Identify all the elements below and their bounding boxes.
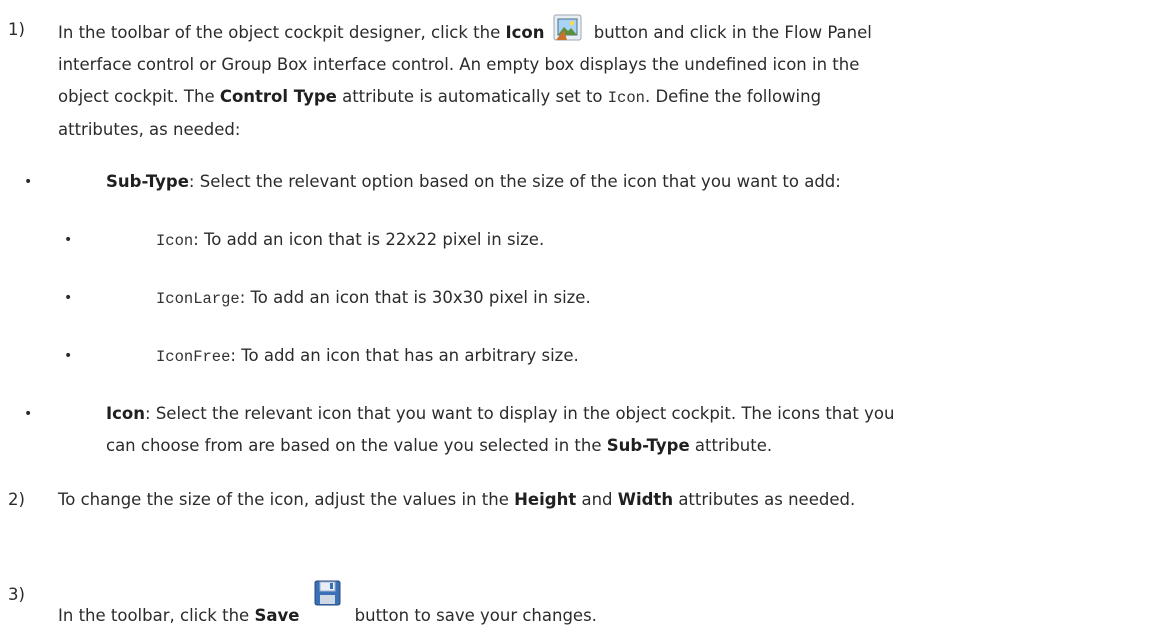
- bullet: •: [64, 348, 73, 364]
- step-1-line-4: attributes, as needed:: [58, 120, 241, 139]
- step-text: In the toolbar, click the Save button to…: [58, 579, 1158, 632]
- bullet: •: [24, 406, 33, 422]
- step-text: In the toolbar of the object cockpit des…: [58, 14, 1158, 146]
- image-icon: [553, 14, 583, 42]
- step-number: 2): [8, 490, 25, 509]
- bullet: •: [24, 174, 33, 190]
- step-number: 3): [8, 585, 25, 604]
- bullet: •: [64, 290, 73, 306]
- step-1-line-1: In the toolbar of the object cockpit des…: [58, 14, 1158, 49]
- bullet: •: [64, 232, 73, 248]
- step-text: To change the size of the icon, adjust t…: [58, 490, 856, 509]
- attribute-text: Sub-Type: Select the relevant option bas…: [106, 172, 841, 191]
- save-icon: [307, 579, 343, 607]
- step-1-line-3: object cockpit. The Control Type attribu…: [58, 87, 822, 107]
- attribute-text: Icon: Select the relevant icon that you …: [106, 404, 895, 455]
- step-number: 1): [8, 20, 25, 39]
- step-1-line-2: interface control or Group Box interface…: [58, 55, 860, 74]
